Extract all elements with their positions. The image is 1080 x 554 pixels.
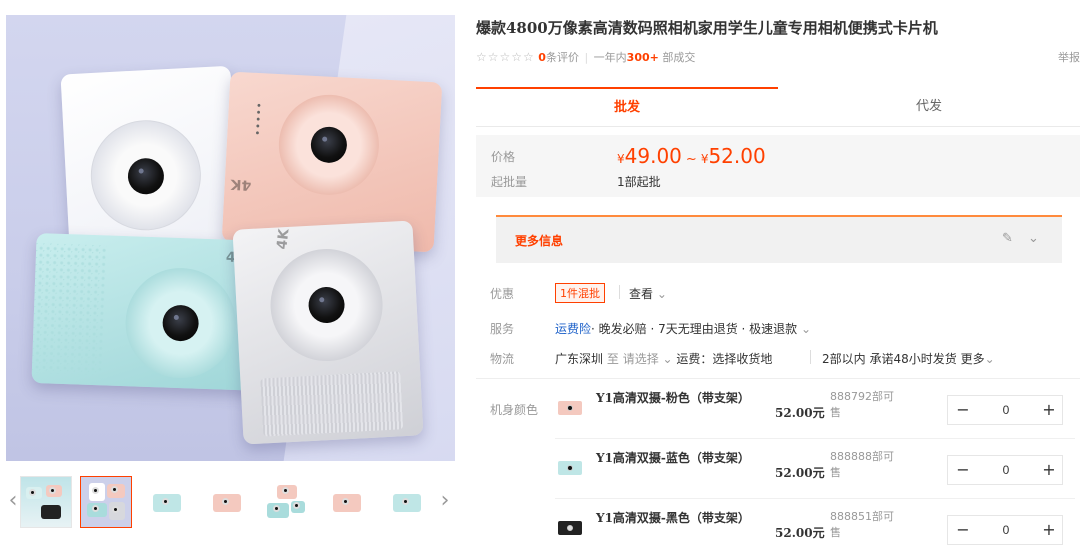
quantity-input[interactable]	[978, 396, 1034, 424]
service-list[interactable]: 运费险· 晚发必赔 · 7天无理由退货 · 极速退款 ⌄	[555, 320, 811, 337]
increase-button[interactable]: +	[1034, 396, 1064, 424]
sku-price: 52.00元	[775, 526, 825, 540]
tab-wholesale[interactable]: 批发	[476, 87, 778, 127]
sku-name: Y1高清双摄-蓝色（带支架）	[596, 451, 750, 465]
divider	[810, 350, 811, 364]
increase-button[interactable]: +	[1034, 516, 1064, 544]
sku-price: 52.00元	[775, 406, 825, 420]
chevron-down-icon[interactable]: ⌄	[985, 352, 995, 366]
quantity-input[interactable]	[978, 516, 1034, 544]
thumbnail-active[interactable]	[80, 476, 132, 528]
product-title: 爆款4800万像素高清数码照相机家用学生儿童专用相机便携式卡片机	[476, 19, 938, 37]
sku-row: Y1高清双摄-粉色（带支架） 52.00元 888792部可售 − +	[555, 385, 1075, 439]
sku-row: Y1高清双摄-蓝色（带支架） 52.00元 888888部可售 − +	[555, 445, 1075, 499]
freight-text: 运费：选择收货地	[676, 352, 773, 366]
sku-name: Y1高清双摄-粉色（带支架）	[596, 391, 750, 405]
sku-thumbnail[interactable]	[555, 453, 585, 483]
price-low: 49.00	[624, 144, 682, 168]
camera-4k-label: 4K	[274, 228, 293, 251]
pencil-icon[interactable]: ✎	[1002, 231, 1013, 246]
ship-to-select[interactable]: 请选择	[623, 352, 659, 366]
thumbnail[interactable]	[260, 476, 312, 528]
thumbnail-strip: ‹ ›	[6, 476, 455, 532]
min-order-value: 1部起批	[617, 175, 661, 189]
min-order-label: 起批量	[491, 175, 528, 189]
thumbnail[interactable]	[200, 476, 252, 528]
price-box: 价格 ¥49.00 ~ ¥52.00 起批量 1部起批	[476, 135, 1080, 197]
thumbnail[interactable]	[140, 476, 192, 528]
promo-label: 优惠	[490, 287, 515, 301]
sku-stock: 888888部可售	[830, 450, 894, 479]
quantity-stepper: − +	[947, 455, 1063, 485]
chevron-down-icon[interactable]: ⌄	[663, 352, 673, 366]
price-high: 52.00	[708, 144, 766, 168]
chevron-right-icon[interactable]: ›	[438, 486, 452, 516]
rating-stars-icon: ☆☆☆☆☆	[476, 50, 535, 64]
quantity-input[interactable]	[978, 456, 1034, 484]
sku-stock: 888792部可售	[830, 390, 894, 419]
tab-dropship[interactable]: 代发	[778, 87, 1080, 127]
logistics-info: 广东深圳 至 请选择 ⌄ 运费：选择收货地	[555, 352, 773, 366]
report-link[interactable]: 举报	[1058, 49, 1080, 65]
rating-separator: |	[584, 51, 589, 64]
chevron-left-icon[interactable]: ‹	[6, 486, 20, 516]
purchase-tabs: 批发 代发	[476, 87, 1080, 127]
silver-camera: 4K	[232, 220, 424, 445]
ship-promise: 2部以内 承诺48小时发货 更多⌄	[822, 352, 995, 366]
decrease-button[interactable]: −	[948, 396, 978, 424]
sold-suffix: 部成交	[662, 51, 696, 64]
main-product-image[interactable]: ••••• 4K ••••• 4K 4K 4K	[6, 15, 455, 461]
decrease-button[interactable]: −	[948, 516, 978, 544]
more-info-panel[interactable]: 更多信息 ✎ ⌄	[496, 215, 1062, 263]
rating-summary: ☆☆☆☆☆ 0条评价 | 一年内300+ 部成交	[476, 49, 695, 65]
quantity-stepper: − +	[947, 515, 1063, 545]
logistics-label: 物流	[490, 352, 515, 366]
freight-insurance-link[interactable]: 运费险	[555, 322, 591, 336]
sku-name: Y1高清双摄-黑色（带支架）	[596, 511, 750, 525]
service-label: 服务	[490, 322, 515, 336]
sku-price: 52.00元	[775, 466, 825, 480]
chevron-down-icon: ⌄	[801, 322, 812, 336]
sku-row: Y1高清双摄-黑色（带支架） 52.00元 888851部可售 − +	[555, 505, 1075, 554]
camera-4k-label: 4K	[230, 175, 252, 193]
sold-count: 300+	[626, 51, 659, 64]
logistics-more-link[interactable]: 更多	[961, 352, 985, 366]
thumbnail[interactable]	[320, 476, 372, 528]
sku-thumbnail[interactable]	[555, 393, 585, 423]
review-suffix[interactable]: 条评价	[546, 51, 579, 64]
thumbnail[interactable]	[20, 476, 72, 528]
chevron-down-icon: ⌄	[656, 287, 667, 301]
divider	[619, 285, 620, 299]
more-info-label: 更多信息	[515, 234, 564, 248]
sku-stock: 888851部可售	[830, 510, 894, 539]
sku-thumbnail[interactable]	[555, 513, 585, 543]
sku-label: 机身颜色	[490, 403, 539, 417]
chevron-down-icon[interactable]: ⌄	[1028, 231, 1039, 246]
price-range: ¥49.00 ~ ¥52.00	[617, 144, 766, 168]
promo-view-link[interactable]: 查看 ⌄	[629, 285, 667, 302]
mixed-batch-tag: 1件混批	[555, 283, 605, 303]
increase-button[interactable]: +	[1034, 456, 1064, 484]
decrease-button[interactable]: −	[948, 456, 978, 484]
year-prefix: 一年内	[593, 51, 627, 64]
quantity-stepper: − +	[947, 395, 1063, 425]
thumbnail[interactable]	[380, 476, 432, 528]
ship-from: 广东深圳	[555, 352, 604, 366]
review-count[interactable]: 0	[538, 51, 546, 64]
price-label: 价格	[491, 150, 516, 164]
section-divider	[476, 378, 1080, 379]
